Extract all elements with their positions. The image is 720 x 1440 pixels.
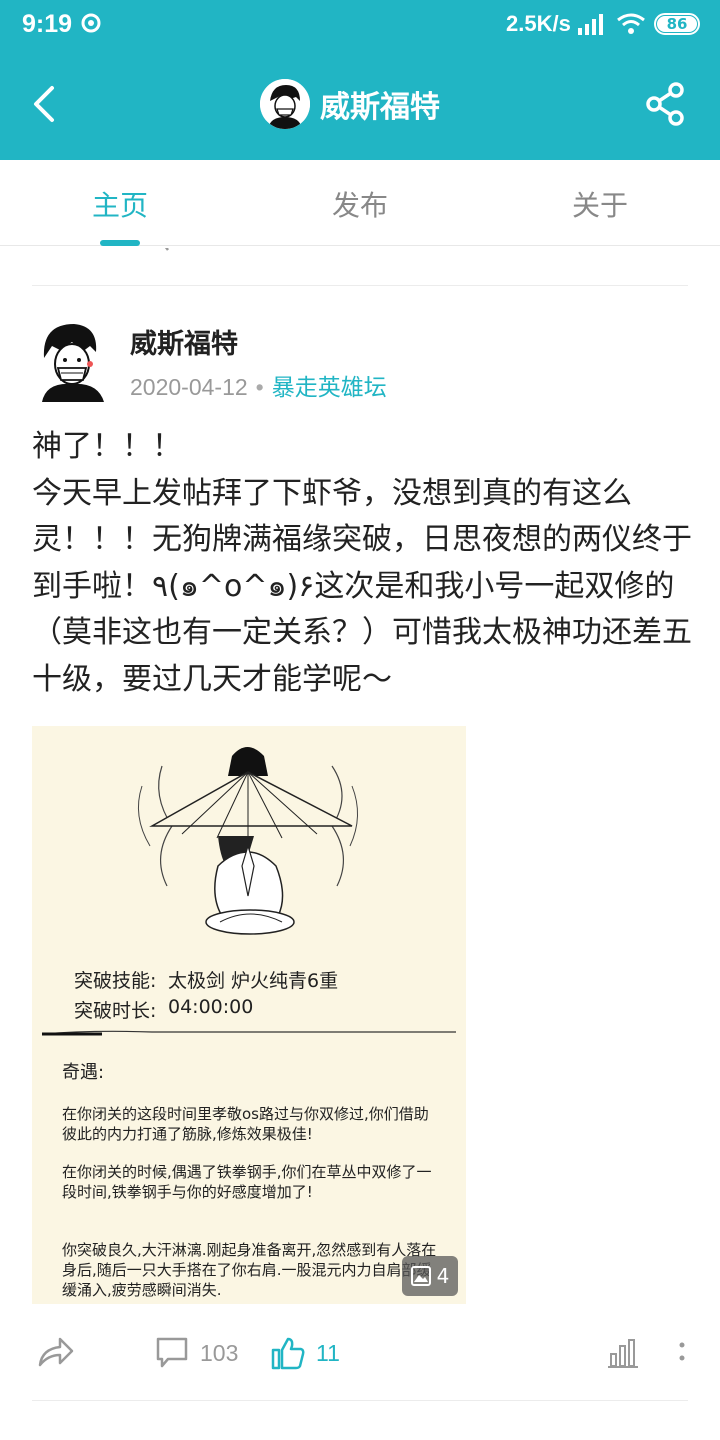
battery-icon: 86 (654, 13, 700, 35)
post-date: 2020-04-12 (130, 374, 248, 400)
time-value: 04:00:00 (168, 996, 254, 1018)
author-avatar[interactable] (32, 318, 112, 402)
skill-label: 突破技能: (74, 970, 157, 992)
header-avatar (260, 79, 310, 129)
encounter-para-3: 你突破良久,大汗淋漓.刚起身准备离开,忽然感到有人落在身后,随后一只大手搭在了你… (62, 1241, 437, 1299)
previous-actions-icon (164, 248, 169, 251)
image-count: 4 (436, 1264, 450, 1288)
meditation-illustration (137, 747, 358, 935)
tab-publish[interactable]: 发布 (290, 184, 430, 224)
encounter-title: 奇遇: (62, 1062, 105, 1083)
post-body: 神了！！！ 今天早上发帖拜了下虾爷，没想到真的有这么灵！！！无狗牌满福缘突破，日… (32, 429, 692, 697)
forward-icon (38, 1337, 74, 1367)
status-bar: 9:19 2.5K/s 86 (0, 0, 720, 50)
like-count: 11 (316, 1339, 340, 1366)
stats-button[interactable] (606, 1330, 650, 1376)
page-title: 威斯福特 (320, 90, 440, 125)
more-button[interactable] (670, 1330, 704, 1376)
image-icon (410, 1266, 431, 1286)
encounter-para-1: 在你闭关的这段时间里孝敬os路过与你双修过,你们借助彼此的内力打通了筋脉,修炼效… (62, 1105, 429, 1143)
thumbs-up-icon (271, 1337, 305, 1370)
tab-bar: 主页 发布 关于 (0, 160, 720, 246)
like-button[interactable]: 11 (270, 1330, 340, 1376)
time-label: 突破时长: (74, 1000, 157, 1022)
comment-button[interactable]: 103 (154, 1330, 238, 1376)
back-arrow-icon[interactable] (28, 84, 62, 124)
previous-post-actions (32, 248, 688, 286)
post-meta: 2020-04-12 • 暴走英雄坛 (130, 368, 387, 402)
post-actions: 103 11 (0, 1330, 720, 1380)
app-header: 9:19 2.5K/s 86 威斯福特 (0, 0, 720, 160)
share-icon[interactable] (644, 82, 688, 126)
post-divider (32, 1400, 688, 1401)
author-name[interactable]: 威斯福特 (130, 322, 238, 361)
wifi-icon (617, 13, 645, 34)
encounter-para-2: 在你闭关的时候,偶遇了铁拳钢手,你们在草丛中双修了一段时间,铁拳钢手与你的好感度… (62, 1163, 432, 1201)
tab-about[interactable]: 关于 (530, 184, 670, 224)
stats-icon (608, 1339, 638, 1368)
post-image[interactable]: 突破技能: 太极剑 炉火纯青6重 突破时长: 04:00:00 奇遇: 在你闭关… (32, 726, 466, 1304)
header-title-group: 威斯福特 (260, 78, 440, 130)
battery-level: 86 (657, 16, 697, 32)
comment-count: 103 (200, 1339, 239, 1366)
status-time: 9:19 (22, 10, 73, 38)
image-count-badge[interactable]: 4 (402, 1256, 458, 1296)
share-button[interactable] (36, 1330, 86, 1376)
signal-icon (578, 14, 603, 35)
meta-separator: • (255, 374, 264, 400)
image-divider (41, 1030, 456, 1036)
net-speed: 2.5K/s (506, 11, 571, 36)
notification-icon (81, 13, 101, 33)
more-vertical-icon (679, 1342, 685, 1361)
comment-icon (156, 1337, 188, 1368)
skill-value: 太极剑 炉火纯青6重 (168, 970, 339, 992)
tab-home[interactable]: 主页 (50, 184, 190, 224)
active-tab-indicator (100, 240, 140, 246)
forum-link[interactable]: 暴走英雄坛 (272, 375, 387, 401)
